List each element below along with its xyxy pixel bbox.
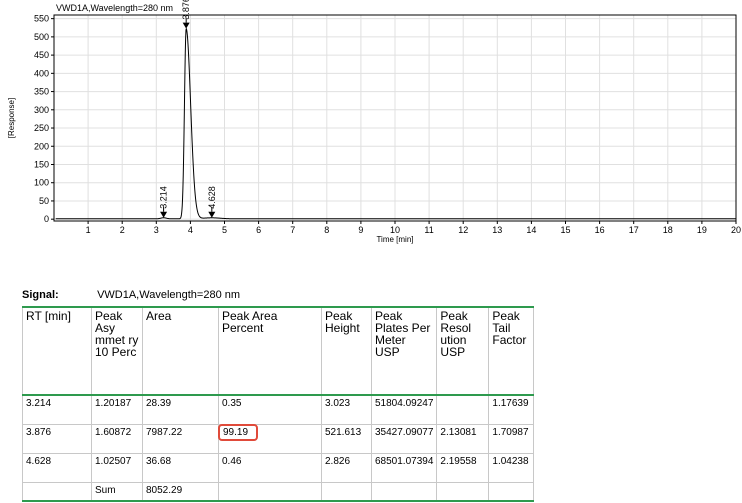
cell-resolution: 2.13081 <box>436 424 490 454</box>
x-tick-label: 9 <box>358 225 363 235</box>
peak-label: 4.628 <box>207 186 217 209</box>
cell-area: 36.68 <box>142 453 219 483</box>
cell-empty <box>321 482 372 502</box>
cell-tail-factor: 1.04238 <box>488 453 535 483</box>
y-tick-label: 150 <box>34 159 49 169</box>
cell-rt: 3.876 <box>22 424 92 454</box>
table-sum-row: Sum 8052.29 <box>22 482 535 502</box>
header-area: Area <box>142 306 219 396</box>
x-tick-label: 3 <box>154 225 159 235</box>
cell-plates: 35427.09077 <box>370 424 438 454</box>
table-header-row: RT [min] Peak Asy mmet ry 10 Perc Area P… <box>22 306 535 396</box>
x-tick-label: 8 <box>324 225 329 235</box>
cell-rt: 4.628 <box>22 453 92 483</box>
cell-asymmetry: 1.60872 <box>91 424 143 454</box>
x-tick-label: 4 <box>188 225 193 235</box>
x-tick-label: 10 <box>390 225 400 235</box>
peak-marker <box>208 211 216 218</box>
cell-plates: 68501.07394 <box>370 453 438 483</box>
header-asymmetry: Peak Asy mmet ry 10 Perc <box>91 306 143 396</box>
signal-label: Signal: <box>22 289 59 301</box>
y-tick-label: 100 <box>34 178 49 188</box>
header-tail-factor: Peak Tail Factor <box>488 306 535 396</box>
y-tick-label: 300 <box>34 105 49 115</box>
cell-asymmetry: 1.02507 <box>91 453 143 483</box>
cell-height: 3.023 <box>321 394 372 425</box>
cell-empty <box>218 482 322 502</box>
x-tick-label: 17 <box>629 225 639 235</box>
cell-empty <box>436 482 490 502</box>
y-tick-label: 500 <box>34 32 49 42</box>
x-tick-label: 5 <box>222 225 227 235</box>
cell-tail-factor: 1.17639 <box>488 394 535 425</box>
x-tick-label: 15 <box>560 225 570 235</box>
signal-value: VWD1A,Wavelength=280 nm <box>97 289 241 301</box>
y-tick-label: 50 <box>39 196 49 206</box>
y-tick-label: 550 <box>34 14 49 24</box>
cell-resolution: 2.19558 <box>436 453 490 483</box>
x-tick-label: 18 <box>663 225 673 235</box>
cell-resolution <box>436 394 490 425</box>
highlighted-area-percent: 99.19 <box>218 424 259 441</box>
table-row: 4.628 1.02507 36.68 0.46 2.826 68501.073… <box>22 453 535 483</box>
cell-rt: 3.214 <box>22 394 92 425</box>
cell-empty <box>370 482 438 502</box>
x-tick-label: 11 <box>424 225 433 235</box>
cell-asymmetry: 1.20187 <box>91 394 143 425</box>
y-tick-label: 200 <box>34 141 49 151</box>
sum-value: 8052.29 <box>142 482 219 502</box>
cell-area-percent: 0.46 <box>218 453 322 483</box>
y-axis-label: [Response] <box>7 98 16 138</box>
table-row: 3.876 1.60872 7987.22 99.19 521.613 3542… <box>22 424 535 454</box>
peak-marker <box>160 211 168 218</box>
cell-area-percent: 0.35 <box>218 394 322 425</box>
chromatogram-chart: VWD1A,Wavelength=280 nm 0 50 100 150 200 250 30… <box>0 0 742 250</box>
cell-height: 2.826 <box>321 453 372 483</box>
cell-area: 28.39 <box>142 394 219 425</box>
cell-height: 521.613 <box>321 424 372 454</box>
chart-title: VWD1A,Wavelength=280 nm <box>56 3 173 13</box>
y-tick-label: 350 <box>34 87 49 97</box>
peak-label: 3.876 <box>181 0 191 20</box>
chromatogram-svg: VWD1A,Wavelength=280 nm 0 50 100 150 200 250 30… <box>7 0 741 244</box>
peak-results-table: RT [min] Peak Asy mmet ry 10 Perc Area P… <box>22 306 535 502</box>
x-tick-label: 12 <box>458 225 468 235</box>
y-tick-label: 450 <box>34 50 49 60</box>
peak-label: 3.214 <box>159 186 169 209</box>
y-tick-label: 0 <box>44 214 49 224</box>
x-tick-label: 7 <box>290 225 295 235</box>
header-resolution: Peak Resol ution USP <box>436 306 490 396</box>
peak-marker <box>182 22 190 29</box>
x-tick-label: 16 <box>595 225 605 235</box>
y-tick-label: 400 <box>34 68 49 78</box>
x-tick-label: 19 <box>697 225 707 235</box>
x-tick-label: 2 <box>120 225 125 235</box>
x-tick-label: 14 <box>526 225 536 235</box>
x-tick-label: 20 <box>731 225 741 235</box>
header-rt: RT [min] <box>22 306 92 396</box>
header-height: Peak Height <box>321 306 372 396</box>
x-tick-label: 13 <box>492 225 502 235</box>
header-area-percent: Peak Area Percent <box>218 306 322 396</box>
x-tick-label: 1 <box>86 225 91 235</box>
cell-empty <box>22 482 92 502</box>
cell-area-percent: 99.19 <box>218 424 322 454</box>
x-tick-label: 6 <box>256 225 261 235</box>
header-plates: Peak Plates Per Meter USP <box>370 306 438 396</box>
cell-empty <box>488 482 535 502</box>
y-tick-label: 250 <box>34 123 49 133</box>
cell-area: 7987.22 <box>142 424 219 454</box>
table-row: 3.214 1.20187 28.39 0.35 3.023 51804.092… <box>22 394 535 425</box>
x-axis-label: Time [min] <box>376 235 413 244</box>
signal-line: Signal: VWD1A,Wavelength=280 nm <box>22 289 240 301</box>
cell-tail-factor: 1.70987 <box>488 424 535 454</box>
sum-label: Sum <box>91 482 143 502</box>
cell-plates: 51804.09247 <box>370 394 438 425</box>
